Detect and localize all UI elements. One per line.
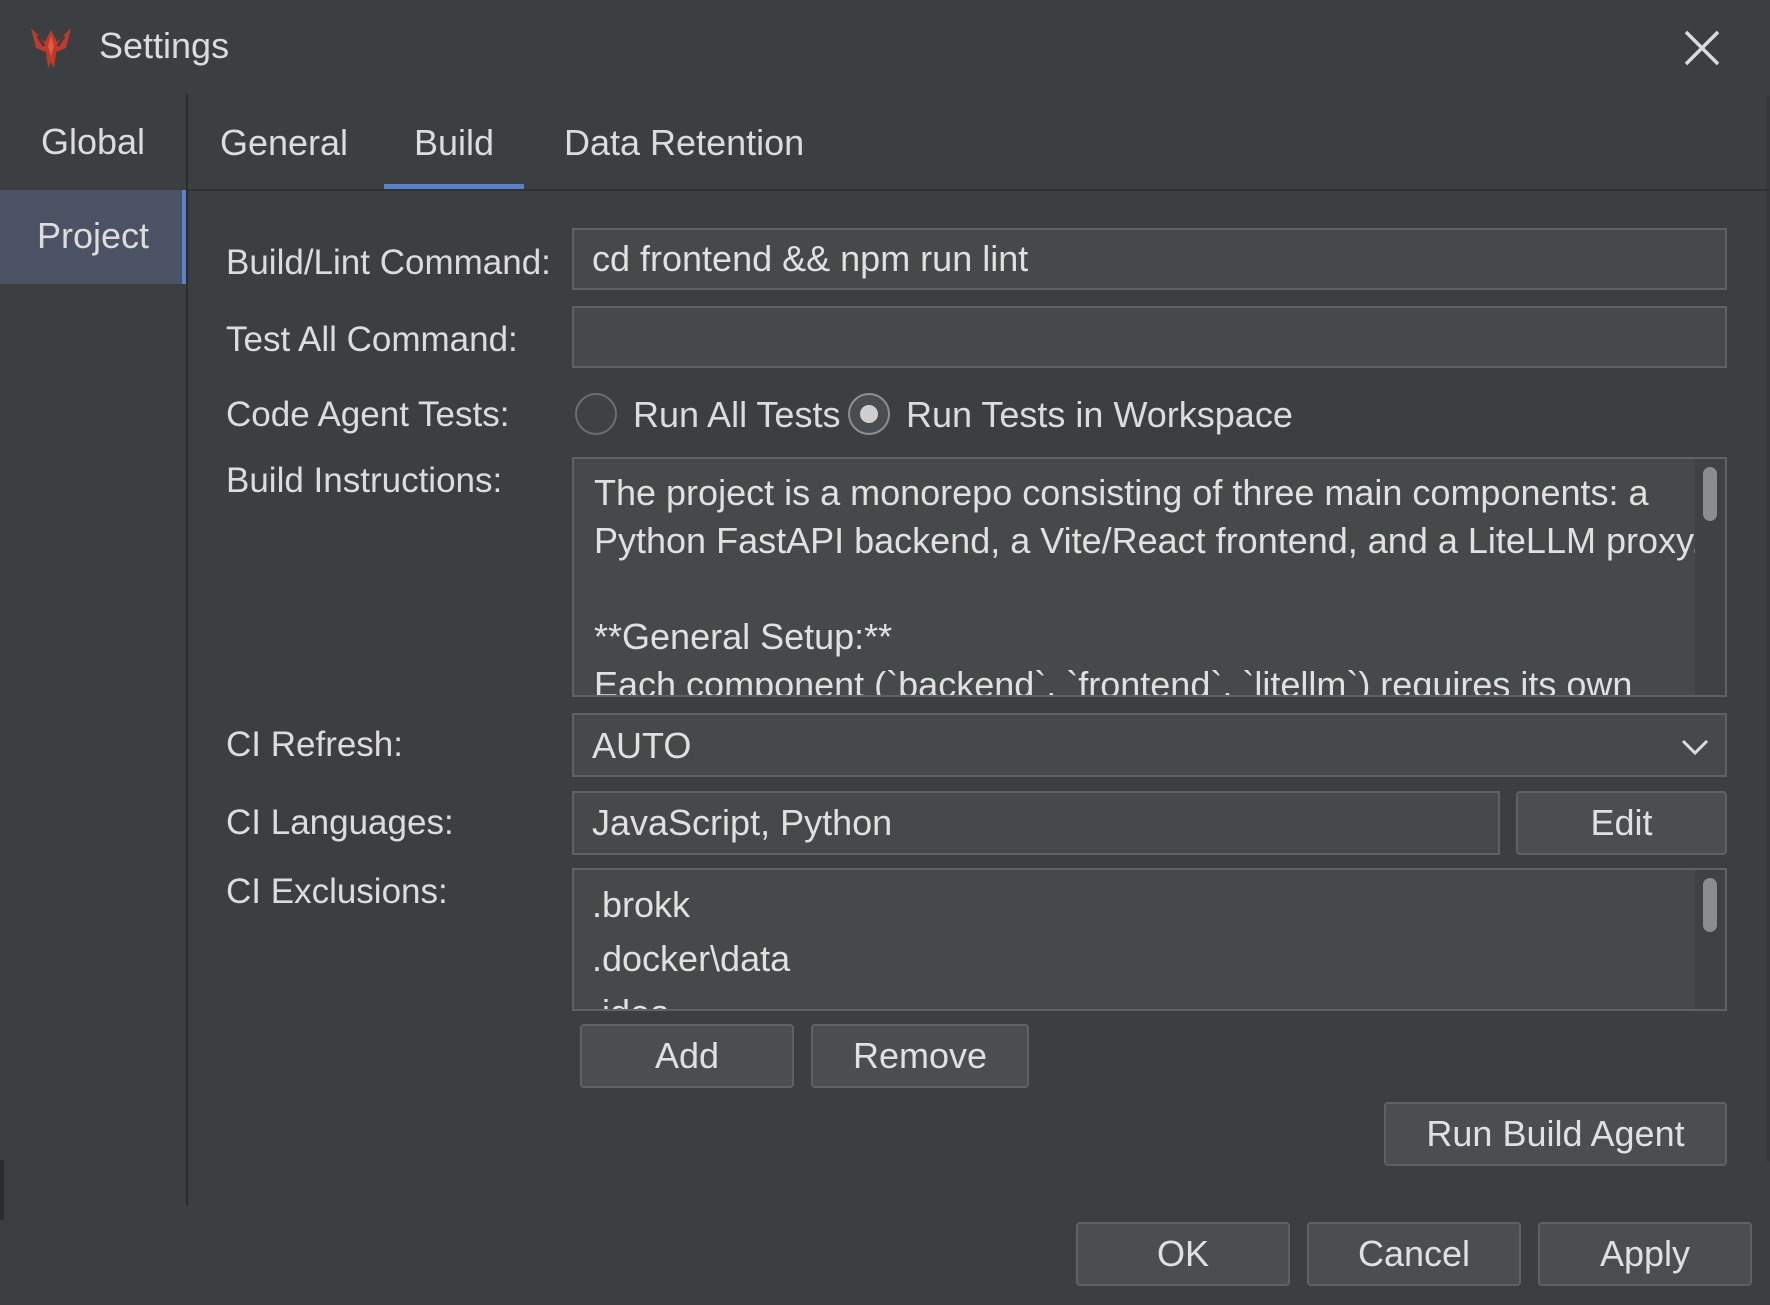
tab-data-retention[interactable]: Data Retention <box>564 96 804 190</box>
ci-languages-label: CI Languages: <box>226 803 454 842</box>
scrollbar-thumb[interactable] <box>1703 467 1717 521</box>
ci-exclusions-label: CI Exclusions: <box>226 872 448 911</box>
window-title: Settings <box>99 25 230 66</box>
test-all-input[interactable] <box>572 306 1727 368</box>
code-agent-tests-label: Code Agent Tests: <box>226 395 510 434</box>
right-edge <box>1766 96 1770 1162</box>
nav-item-label: Global <box>40 121 146 162</box>
nav-divider <box>186 94 188 1206</box>
tab-bar-border <box>188 189 1770 191</box>
radio-checked-icon <box>848 393 890 435</box>
text-line: **General Setup:** <box>594 616 893 657</box>
ok-button[interactable]: OK <box>1076 1222 1290 1286</box>
build-lint-input[interactable]: cd frontend && npm run lint <box>572 228 1727 290</box>
left-nav: Global Project <box>0 96 188 1206</box>
remove-exclusion-button[interactable]: Remove <box>811 1024 1029 1088</box>
tab-general[interactable]: General <box>210 96 358 190</box>
ci-exclusions-items: .brokk .docker\data .idea <box>592 878 790 1009</box>
build-instructions-content: The project is a monorepo consisting of … <box>594 469 1702 697</box>
list-item[interactable]: .docker\data <box>592 932 790 986</box>
build-instructions-textarea[interactable]: The project is a monorepo consisting of … <box>572 457 1727 697</box>
left-edge <box>0 1160 4 1220</box>
tab-label: General <box>219 122 349 163</box>
vertical-scrollbar[interactable] <box>1695 870 1725 1009</box>
nav-item-label: Project <box>36 215 150 256</box>
settings-dialog: Settings Global Project General Build Da… <box>0 0 1770 1305</box>
tab-bar: General Build Data Retention <box>188 96 1770 190</box>
text-line <box>594 565 1685 613</box>
chevron-down-icon <box>1681 739 1709 756</box>
radio-unchecked-icon <box>575 393 617 435</box>
tab-label: Build <box>413 122 495 163</box>
run-build-agent-button[interactable]: Run Build Agent <box>1384 1102 1727 1166</box>
vertical-scrollbar[interactable] <box>1695 459 1725 695</box>
text-line: Python FastAPI backend, a Vite/React fro… <box>594 520 1702 561</box>
cancel-button[interactable]: Cancel <box>1307 1222 1521 1286</box>
nav-item-project[interactable]: Project <box>0 190 188 284</box>
edit-languages-button[interactable]: Edit <box>1516 791 1727 855</box>
test-all-label: Test All Command: <box>226 320 518 359</box>
list-item[interactable]: .brokk <box>592 878 790 932</box>
add-exclusion-button[interactable]: Add <box>580 1024 794 1088</box>
radio-label: Run Tests in Workspace <box>906 394 1293 435</box>
ci-exclusions-list[interactable]: .brokk .docker\data .idea <box>572 868 1727 1011</box>
build-instructions-label: Build Instructions: <box>226 461 503 500</box>
list-item[interactable]: .idea <box>592 986 790 1009</box>
ci-refresh-select[interactable]: AUTO <box>572 713 1727 777</box>
radio-label: Run All Tests <box>633 394 841 435</box>
tab-build[interactable]: Build <box>384 96 524 190</box>
text-line: The project is a monorepo consisting of … <box>594 472 1649 513</box>
ci-refresh-value: AUTO <box>592 725 692 766</box>
ci-languages-field: JavaScript, Python <box>572 791 1500 855</box>
scrollbar-thumb[interactable] <box>1703 878 1717 932</box>
close-icon[interactable] <box>1676 22 1728 74</box>
brokk-logo-icon <box>31 28 71 68</box>
title-bar: Settings <box>0 0 1770 96</box>
nav-item-global[interactable]: Global <box>0 96 186 190</box>
ci-refresh-label: CI Refresh: <box>226 725 403 764</box>
build-lint-label: Build/Lint Command: <box>226 243 551 282</box>
text-line: Each component (`backend`, `frontend`, `… <box>594 664 1633 697</box>
tab-label: Data Retention <box>564 122 805 163</box>
apply-button[interactable]: Apply <box>1538 1222 1752 1286</box>
